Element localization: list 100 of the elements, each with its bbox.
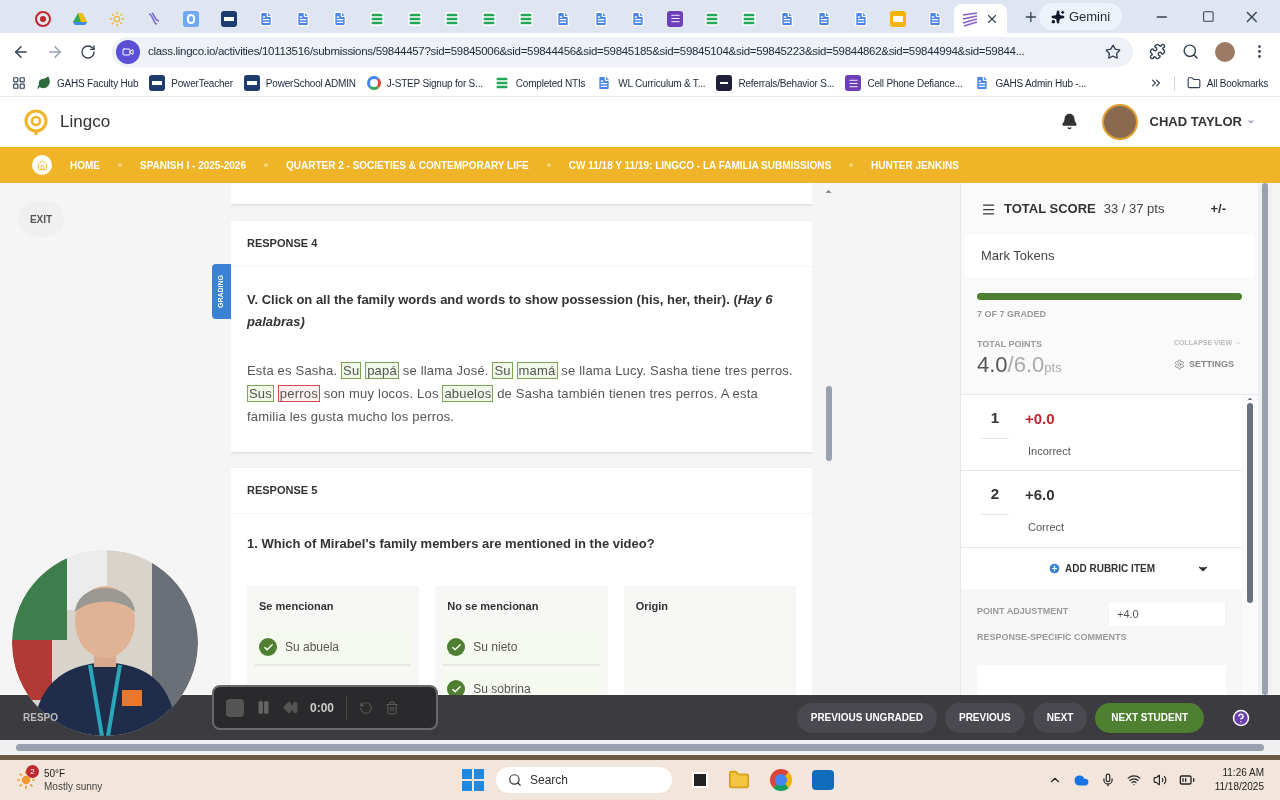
response-label: RESPO [23, 711, 58, 725]
answer-chip[interactable]: Su nieto [443, 630, 600, 666]
bookmark-item[interactable]: Cell Phone Defiance... [845, 75, 963, 91]
user-menu[interactable]: CHAD TAYLOR [1149, 111, 1256, 132]
windows-icon[interactable] [462, 769, 484, 791]
bookmark-item[interactable]: WL Curriculum & T... [596, 75, 706, 91]
nav-button[interactable]: PREVIOUS [944, 702, 1025, 733]
adjustment-input[interactable]: +4.0 [1108, 601, 1226, 628]
wifi-icon[interactable] [1126, 773, 1141, 787]
browser-tab[interactable] [954, 4, 1008, 33]
maximize-icon[interactable] [1201, 10, 1215, 23]
spreadsheet-icon [704, 10, 721, 27]
clock-date: 11/18/2025 [1214, 780, 1264, 794]
help-icon[interactable] [1232, 708, 1250, 727]
comments-field[interactable] [977, 665, 1226, 695]
video-icon [116, 39, 140, 64]
nav-button[interactable]: PREVIOUS UNGRADED [796, 702, 937, 733]
notification-icon[interactable] [1060, 113, 1078, 130]
recording-time: 0:00 [310, 699, 335, 717]
document-icon [592, 10, 609, 27]
form-icon [845, 75, 862, 91]
logo-icon [24, 108, 48, 135]
passage-text: Esta es Sasha. Su papá se llama José. Su mamá se llama Lucy. Sasha tiene tres perros. Sus perros son muy locos. Los abuelos de Sasha también tienen tres perros. A esta familia les gusta mucho los perros. [247, 361, 794, 426]
spreadsheet-icon [518, 10, 535, 27]
trash-icon[interactable] [385, 700, 400, 715]
extensions-icon[interactable] [1149, 43, 1166, 60]
stop-icon[interactable] [226, 698, 244, 717]
word-token[interactable]: Su [492, 362, 513, 379]
bookmark-item[interactable]: Referrals/Behavior S... [716, 75, 835, 91]
mail-app-icon[interactable] [812, 770, 834, 790]
spreadsheet-icon [406, 10, 423, 27]
browser-icon[interactable] [770, 769, 792, 791]
restart-icon[interactable] [359, 700, 374, 715]
volume-icon[interactable] [1152, 773, 1167, 787]
school-logo-icon [220, 10, 237, 27]
scroll-up-icon[interactable] [1246, 395, 1254, 403]
document-icon [257, 10, 274, 27]
column-title: Se mencionan [259, 598, 335, 614]
bookmark-item[interactable]: Completed NTIs [493, 75, 586, 91]
google-icon [366, 76, 381, 90]
nav-button[interactable]: NEXT [1032, 702, 1088, 733]
settings-button[interactable]: SETTINGS [1174, 358, 1234, 372]
weather-icon [16, 770, 36, 790]
question-text: V. Click on all the family words and words to show possession (his, her, their). (Hay 6 palabras) [247, 291, 774, 331]
word-token[interactable]: Su [341, 362, 362, 379]
horizontal-scrollbar[interactable] [0, 740, 1280, 755]
address-bar[interactable]: class.lingco.io/activities/10113516/submissions/59844457?sid=59845006&sid=59844456&sid=59845185&sid=59845104&sid=59845223&sid=59844862&sid=59844994&sid=59844... [112, 36, 1133, 67]
document-icon [853, 10, 870, 27]
all-bookmarks-item[interactable]: All Bookmarks [1173, 75, 1268, 91]
bookmark-item[interactable]: GAHS Faculty Hub [37, 75, 139, 91]
folder-icon [1186, 76, 1201, 90]
school-logo-icon [149, 75, 166, 91]
page-scrollbar[interactable] [1258, 183, 1272, 695]
rubric-item[interactable]: 2 +6.0 Correct [961, 471, 1242, 548]
task-view-icon[interactable] [692, 772, 708, 788]
bookmark-item[interactable]: PowerSchool ADMIN [243, 75, 356, 91]
bookmark-star-icon[interactable] [1105, 43, 1121, 60]
word-token[interactable]: perros [277, 385, 320, 402]
gemini-button[interactable]: Gemini [1038, 2, 1123, 31]
reload-icon[interactable] [80, 43, 96, 60]
rubric-item[interactable]: 1 +0.0 Incorrect [961, 395, 1242, 472]
spreadsheet-icon [493, 75, 510, 91]
rewind-icon[interactable] [283, 700, 298, 715]
square-logo-icon [716, 75, 733, 91]
add-rubric-button[interactable]: ADD RUBRIC ITEM [1048, 561, 1155, 577]
exit-button[interactable]: EXIT [18, 201, 64, 237]
column-title: Origin [635, 598, 670, 614]
answer-chip[interactable]: Su sobrina [443, 672, 600, 695]
home-icon[interactable] [32, 155, 52, 175]
taskbar-search[interactable]: Search [496, 767, 672, 793]
search-icon[interactable] [1182, 43, 1199, 60]
app-name: Lingco [60, 110, 111, 133]
bookmark-item[interactable]: J-STEP Signup for S... [366, 75, 483, 91]
avatar-icon[interactable] [1215, 41, 1235, 62]
battery-icon[interactable] [1178, 772, 1195, 788]
cloud-icon[interactable] [1073, 772, 1089, 788]
pause-icon[interactable] [256, 700, 271, 715]
notification-badge: 2 [26, 765, 39, 778]
word-token[interactable]: abuelos [442, 385, 494, 402]
scroll-up-icon[interactable] [824, 187, 833, 196]
slides-icon [890, 10, 907, 27]
user-avatar[interactable] [1101, 103, 1138, 140]
word-token[interactable]: Sus [247, 385, 274, 402]
weather-text: Mostly sunny [44, 780, 103, 793]
adjust-button[interactable]: +/- [1210, 199, 1226, 219]
answer-chip[interactable]: Su abuela [255, 630, 412, 666]
nav-button[interactable]: NEXT STUDENT [1095, 702, 1204, 733]
rubric-points: +6.0 [1025, 484, 1055, 505]
spreadsheet-icon [741, 10, 758, 27]
microphone-icon[interactable] [1100, 773, 1115, 787]
apps-icon[interactable] [12, 76, 26, 90]
word-token[interactable]: mamá [516, 362, 558, 379]
document-icon [629, 10, 646, 27]
word-token[interactable]: papá [365, 362, 399, 379]
folder-icon[interactable] [728, 769, 750, 791]
menu-icon[interactable] [981, 201, 996, 217]
bookmark-item[interactable]: GAHS Admin Hub -... [973, 75, 1087, 91]
bookmark-item[interactable]: PowerTeacher [149, 75, 233, 91]
points-total: 4.0/6.0pts [977, 351, 1062, 379]
rubric-points: +0.0 [1025, 408, 1055, 429]
